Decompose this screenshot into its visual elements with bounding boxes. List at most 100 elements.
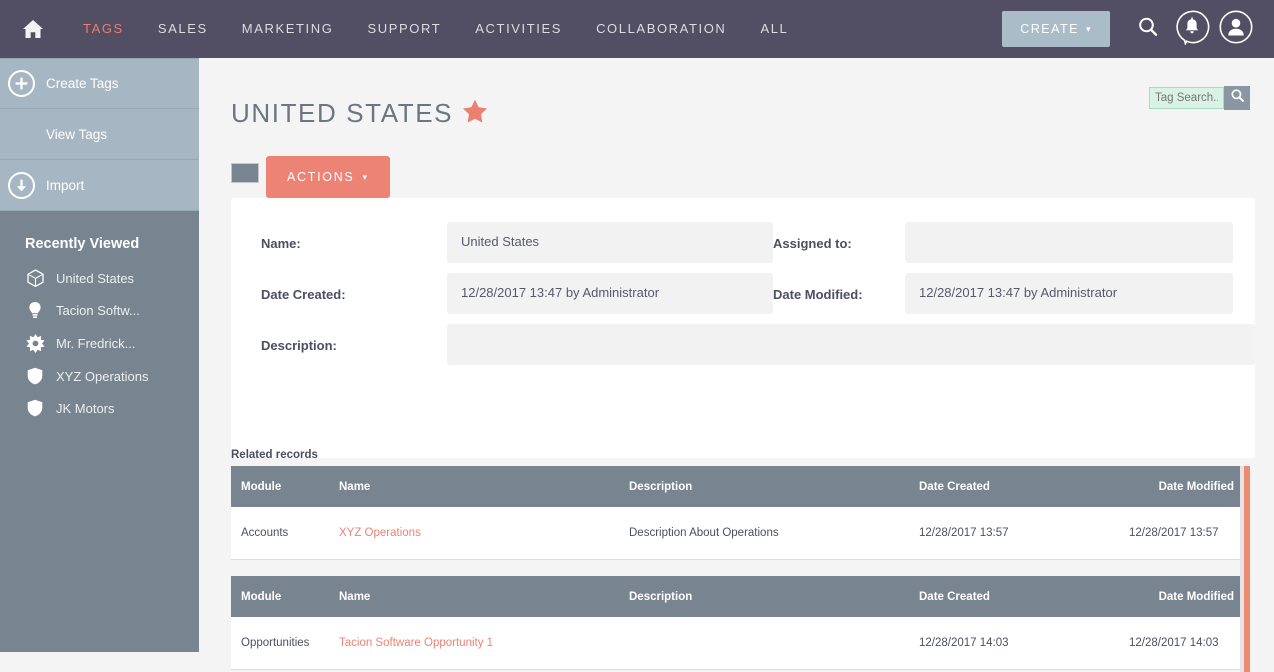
table-header: Module Name Description Date Created Dat… [231,466,1244,507]
nav-item-all[interactable]: ALL [743,0,805,58]
recent-item-label: JK Motors [56,400,115,416]
table-header-row: Module Name Description Date Created Dat… [231,466,1244,507]
date-created-label: Date Created: [261,287,346,302]
related-records-label: Related records [231,449,318,461]
cell-name: Tacion Software Opportunity 1 [331,617,621,670]
record-link[interactable]: Tacion Software Opportunity 1 [339,637,493,649]
recent-item-jk-motors[interactable]: JK Motors [0,392,199,424]
sidebar-item-import[interactable]: Import [0,160,199,211]
name-label: Name: [261,236,301,251]
shield-icon [25,399,45,417]
cube-icon [25,269,45,287]
home-icon [22,19,44,39]
tag-search-button[interactable] [1224,86,1250,110]
sidebar-item-label: Import [46,177,85,193]
action-button-row: ACTIONS ▾ [231,156,390,198]
column-header-name[interactable]: Name [331,576,621,617]
recent-item-label: Mr. Fredrick... [56,336,136,351]
record-link[interactable]: XYZ Operations [339,527,421,539]
scrollbar-thumb[interactable] [1244,466,1250,672]
recent-item-label: XYZ Operations [56,368,149,384]
search-icon [1230,88,1245,108]
top-navigation-bar: TAGS SALES MARKETING SUPPORT ACTIVITIES … [0,0,1274,58]
table-row: Accounts XYZ Operations Description Abou… [231,507,1244,560]
related-records-scrollbar[interactable] [1240,466,1250,672]
recently-viewed-heading: Recently Viewed [25,236,140,252]
description-value[interactable] [447,324,1255,365]
related-records-table-opportunities: Module Name Description Date Created Dat… [231,576,1244,670]
sidebar: Create Tags View Tags Import Recently Vi… [0,58,199,652]
app-root: TAGS SALES MARKETING SUPPORT ACTIVITIES … [0,0,1274,672]
cell-name: XYZ Operations [331,507,621,560]
nav-right-group: CREATE ▾ [1002,0,1274,58]
lightbulb-icon [25,301,45,320]
user-icon [1218,9,1254,50]
tag-search-input[interactable] [1149,87,1224,109]
actions-button-label: ACTIONS [287,170,355,184]
column-header-date-created[interactable]: Date Created [911,576,1111,617]
page-title: UNITED STATES [231,98,488,129]
table-row: Opportunities Tacion Software Opportunit… [231,617,1244,670]
global-search-button[interactable] [1128,9,1168,49]
nav-item-tags[interactable]: TAGS [66,0,141,58]
notifications-button[interactable] [1172,9,1212,49]
table-body: Accounts XYZ Operations Description Abou… [231,507,1244,560]
table-body: Opportunities Tacion Software Opportunit… [231,617,1244,670]
cell-date-created: 12/28/2017 14:03 [911,617,1111,670]
shield-icon [25,367,45,385]
nav-item-collaboration[interactable]: COLLABORATION [579,0,743,58]
nav-item-support[interactable]: SUPPORT [350,0,458,58]
related-records-table-accounts: Module Name Description Date Created Dat… [231,466,1244,560]
assigned-to-value[interactable] [905,222,1233,263]
create-button-label: CREATE [1020,22,1079,36]
date-created-value: 12/28/2017 13:47 by Administrator [447,273,773,314]
nav-item-activities[interactable]: ACTIVITIES [458,0,579,58]
name-value[interactable]: United States [447,222,773,263]
recent-item-mr-fredrick[interactable]: Mr. Fredrick... [0,327,199,360]
column-header-module[interactable]: Module [231,466,331,507]
cell-module: Accounts [231,507,331,560]
nav-items: TAGS SALES MARKETING SUPPORT ACTIVITIES … [66,0,805,58]
column-header-date-created[interactable]: Date Created [911,466,1111,507]
create-button[interactable]: CREATE ▾ [1002,11,1110,47]
chevron-down-icon: ▾ [362,171,369,182]
cell-description: Description About Operations [621,507,911,560]
column-header-description[interactable]: Description [621,466,911,507]
table-header: Module Name Description Date Created Dat… [231,576,1244,617]
nav-item-marketing[interactable]: MARKETING [225,0,351,58]
nav-item-sales[interactable]: SALES [141,0,225,58]
sidebar-item-create-tags[interactable]: Create Tags [0,58,199,109]
main-content: UNITED STATES ACTIONS ▾ Name: United Sta… [199,58,1274,672]
column-header-name[interactable]: Name [331,466,621,507]
cell-description [621,617,911,670]
recent-item-tacion-software[interactable]: Tacion Softw... [0,294,199,327]
sidebar-item-view-tags[interactable]: View Tags [0,109,199,160]
actions-button[interactable]: ACTIONS ▾ [266,156,390,198]
column-header-date-modified[interactable]: Date Modified [1111,466,1244,507]
recent-item-xyz-operations[interactable]: XYZ Operations [0,360,199,392]
date-modified-value: 12/28/2017 13:47 by Administrator [905,273,1233,314]
page-title-text: UNITED STATES [231,98,454,128]
recent-item-label: Tacion Softw... [56,303,140,318]
plus-circle-icon [8,70,35,97]
description-label: Description: [261,338,337,353]
recent-item-label: United States [56,270,135,286]
bell-icon [1174,9,1210,50]
detail-form-panel: Name: United States Assigned to: Date Cr… [231,198,1255,458]
tag-search-group [1149,86,1250,110]
profile-button[interactable] [1216,9,1256,49]
column-header-description[interactable]: Description [621,576,911,617]
chevron-down-icon: ▾ [1085,23,1092,34]
assigned-to-label: Assigned to: [773,236,852,251]
column-header-date-modified[interactable]: Date Modified [1111,576,1244,617]
star-icon[interactable] [462,99,488,129]
download-circle-icon [8,171,35,199]
sidebar-item-label: Create Tags [46,76,119,91]
cell-date-modified: 12/28/2017 14:03 [1111,617,1244,670]
edit-square-button[interactable] [231,163,259,183]
column-header-module[interactable]: Module [231,576,331,617]
cell-date-modified: 12/28/2017 13:57 [1111,507,1244,560]
home-button[interactable] [0,0,66,58]
recent-item-united-states[interactable]: United States [0,262,199,294]
table-header-row: Module Name Description Date Created Dat… [231,576,1244,617]
